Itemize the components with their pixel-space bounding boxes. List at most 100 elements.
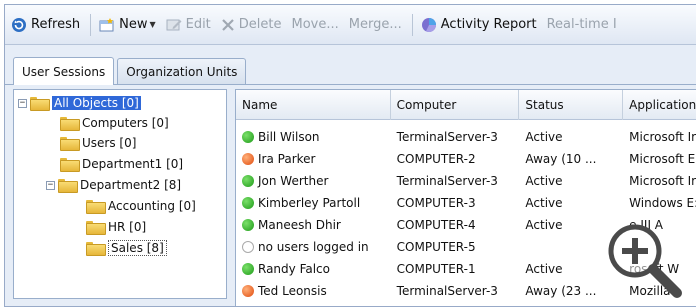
table-row[interactable]: Bill Wilson TerminalServer-3 Active Microso… xyxy=(236,126,696,148)
user-name: Bill Wilson xyxy=(258,130,320,144)
tree-node-label: All Objects [0] xyxy=(52,96,141,110)
column-header-computer[interactable]: Computer xyxy=(391,90,520,120)
refresh-label: Refresh xyxy=(31,17,81,32)
tab-label: User Sessions xyxy=(22,64,106,79)
cell-computer: COMPUTER-3 xyxy=(396,196,476,210)
tree-node-department2[interactable]: − Department2 [8] xyxy=(46,176,181,194)
cell-name: Randy Falco xyxy=(236,262,391,276)
folder-icon xyxy=(60,158,80,172)
collapse-icon[interactable]: − xyxy=(46,180,55,190)
cell-application: Microsoft Ir xyxy=(629,174,696,188)
cell-name: Ted Leonsis xyxy=(236,284,391,298)
folder-icon xyxy=(58,179,78,193)
toolbar-divider xyxy=(411,13,413,36)
real-time-button[interactable]: Real-time I xyxy=(547,17,617,32)
user-name: Maneesh Dhir xyxy=(258,218,341,232)
tree-node-accounting[interactable]: Accounting [0] xyxy=(86,197,196,215)
column-header-status[interactable]: Status xyxy=(519,90,624,120)
folder-icon xyxy=(86,221,106,235)
cell-status: Active xyxy=(525,174,563,188)
folder-icon xyxy=(30,97,50,111)
cell-computer: COMPUTER-5 xyxy=(396,240,476,254)
folder-icon xyxy=(86,200,106,214)
table-row[interactable]: Ira Parker COMPUTER-2 Away (10 ... Microsof… xyxy=(236,148,696,170)
activity-report-icon xyxy=(421,17,437,33)
tree-node-label: Department2 [8] xyxy=(80,178,182,192)
cell-name: Kimberley Partoll xyxy=(236,196,391,210)
tab-strip: User Sessions Organization Units xyxy=(5,57,696,85)
edit-button[interactable]: Edit xyxy=(166,17,211,32)
activity-report-button[interactable]: Activity Report xyxy=(421,17,537,33)
cell-computer: TerminalServer-3 xyxy=(396,284,498,298)
new-label: New xyxy=(119,17,148,32)
cell-computer: TerminalServer-3 xyxy=(396,130,498,144)
cell-name: Maneesh Dhir xyxy=(236,218,391,232)
column-header-application[interactable]: Application xyxy=(623,90,696,120)
table-row[interactable]: Kimberley Partoll COMPUTER-3 Active Windows… xyxy=(236,192,696,214)
tree-node-department1[interactable]: Department1 [0] xyxy=(60,155,183,173)
cell-status: Away (10 ... xyxy=(525,152,597,166)
status-dot-icon xyxy=(242,175,254,187)
merge-button[interactable]: Merge... xyxy=(349,17,402,32)
folder-icon xyxy=(60,117,80,131)
move-label: Move... xyxy=(291,17,339,32)
merge-label: Merge... xyxy=(348,17,402,32)
zoom-in-magnifier-icon[interactable] xyxy=(603,219,683,299)
cell-computer: COMPUTER-2 xyxy=(396,152,476,166)
cell-application: Windows E: xyxy=(629,196,696,210)
status-dot-icon xyxy=(242,263,254,275)
org-tree: − All Objects [0] Computers [0] Users [0… xyxy=(13,89,227,299)
tree-node-label: Sales [8] xyxy=(108,240,167,256)
user-name: Randy Falco xyxy=(258,262,330,276)
status-dot-icon xyxy=(242,153,254,165)
tree-node-users[interactable]: Users [0] xyxy=(60,134,136,152)
user-name: Ira Parker xyxy=(258,152,316,166)
toolbar: Refresh New ▼ Edit Delete Move... Merge. xyxy=(5,5,696,45)
cell-computer: COMPUTER-1 xyxy=(396,262,476,276)
chevron-down-icon[interactable]: ▼ xyxy=(149,20,155,29)
tree-node-label: Department1 [0] xyxy=(82,157,184,171)
cell-name: no users logged in xyxy=(236,240,391,254)
tree-node-hr[interactable]: HR [0] xyxy=(86,218,146,236)
tree-node-label: HR [0] xyxy=(108,220,147,234)
user-name: no users logged in xyxy=(258,240,369,254)
cell-computer: TerminalServer-3 xyxy=(396,174,498,188)
cell-status: Active xyxy=(525,130,563,144)
tab-label: Organization Units xyxy=(126,64,238,79)
new-icon xyxy=(99,17,115,32)
table-row[interactable]: Jon Werther TerminalServer-3 Active Microso… xyxy=(236,170,696,192)
cell-name: Ira Parker xyxy=(236,152,391,166)
grid-header: Name Computer Status Application xyxy=(236,90,696,120)
user-name: Jon Werther xyxy=(258,174,329,188)
collapse-icon[interactable]: − xyxy=(18,98,27,108)
move-button[interactable]: Move... xyxy=(292,17,339,32)
user-name: Kimberley Partoll xyxy=(258,196,361,210)
column-header-name[interactable]: Name xyxy=(236,90,391,120)
delete-icon xyxy=(221,18,235,32)
tree-node-sales[interactable]: Sales [8] xyxy=(86,239,167,257)
cell-name: Jon Werther xyxy=(236,174,391,188)
toolbar-divider xyxy=(90,13,92,36)
refresh-button[interactable]: Refresh xyxy=(11,17,80,33)
status-dot-icon xyxy=(242,197,254,209)
folder-icon xyxy=(86,242,106,256)
edit-label: Edit xyxy=(185,17,211,32)
delete-button[interactable]: Delete xyxy=(221,17,282,32)
cell-application: Microsoft E xyxy=(629,152,696,166)
cell-name: Bill Wilson xyxy=(236,130,391,144)
edit-icon xyxy=(166,18,182,32)
status-dot-icon xyxy=(242,131,254,143)
new-button[interactable]: New ▼ xyxy=(99,17,156,32)
tab-user-sessions[interactable]: User Sessions xyxy=(13,57,115,85)
cell-status: Active xyxy=(525,196,563,210)
delete-label: Delete xyxy=(238,17,282,32)
tree-node-all-objects[interactable]: − All Objects [0] xyxy=(18,94,141,112)
cell-application: Microsoft Ir xyxy=(629,130,696,144)
status-dot-icon xyxy=(242,241,254,253)
tree-node-label: Users [0] xyxy=(82,136,137,150)
tree-node-computers[interactable]: Computers [0] xyxy=(60,114,169,132)
tree-node-label: Computers [0] xyxy=(82,116,169,130)
status-dot-icon xyxy=(242,285,254,297)
tab-organization-units[interactable]: Organization Units xyxy=(117,58,247,84)
activity-report-label: Activity Report xyxy=(440,17,537,32)
